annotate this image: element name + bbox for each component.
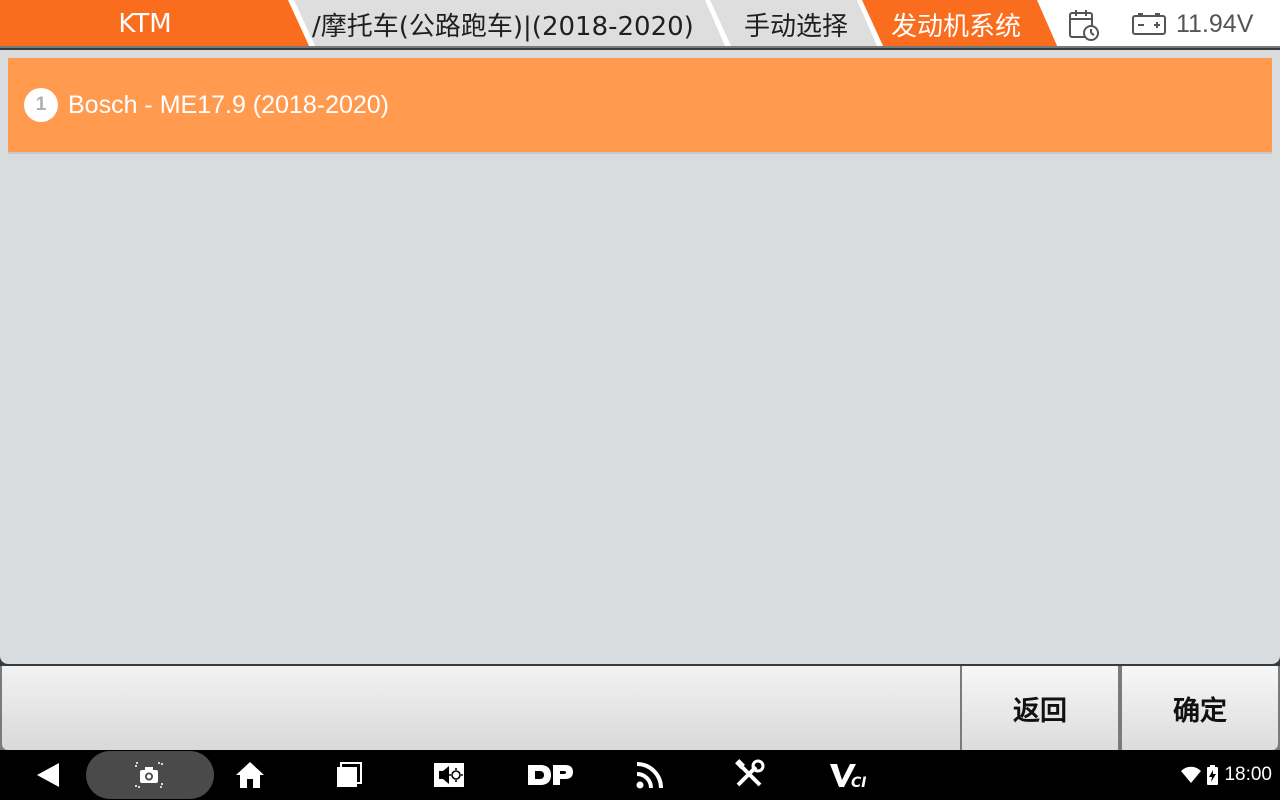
item-number-badge: 1 — [24, 88, 58, 122]
battery-charging-icon — [1207, 765, 1219, 785]
wifi-icon — [1181, 766, 1202, 783]
recent-apps-icon[interactable] — [333, 759, 365, 791]
dp-icon[interactable] — [526, 759, 574, 791]
vci-icon[interactable]: CI — [828, 759, 872, 791]
breadcrumb-item-model[interactable]: /摩托车(公路跑车)|(2018-2020) — [294, 0, 726, 46]
breadcrumb: KTM /摩托车(公路跑车)|(2018-2020) 手动选择 发动机系统 11… — [0, 0, 1280, 48]
battery-voltage: 11.94V — [1176, 10, 1254, 38]
action-bar: 返回 确定 — [0, 666, 1280, 750]
home-icon[interactable] — [234, 759, 266, 791]
back-button[interactable]: 返回 — [962, 666, 1118, 750]
wireless-icon[interactable] — [634, 759, 666, 791]
status-indicators: 18:00 — [1181, 762, 1272, 788]
confirm-button[interactable]: 确定 — [1122, 666, 1278, 750]
breadcrumb-item-label: 发动机系统 — [890, 11, 1021, 42]
breadcrumb-item-brand[interactable]: KTM — [0, 0, 310, 46]
svg-text:CI: CI — [851, 775, 866, 791]
calendar-clock-icon[interactable] — [1066, 7, 1102, 43]
back-icon[interactable] — [33, 759, 65, 791]
system-list-panel: 1 Bosch - ME17.9 (2018-2020) — [0, 50, 1280, 664]
breadcrumb-item-manual-select[interactable]: 手动选择 — [710, 0, 878, 46]
list-item[interactable]: 1 Bosch - ME17.9 (2018-2020) — [8, 58, 1272, 154]
screenshot-icon — [135, 762, 163, 788]
action-bar-spacer — [2, 666, 960, 750]
tools-icon[interactable] — [734, 759, 766, 791]
car-battery-icon — [1132, 13, 1166, 35]
breadcrumb-item-system[interactable]: 发动机系统 — [862, 0, 1058, 46]
breadcrumb-item-label: KTM — [118, 9, 172, 39]
breadcrumb-item-label: 手动选择 — [743, 11, 848, 42]
item-label: Bosch - ME17.9 (2018-2020) — [68, 90, 390, 119]
system-navigation-bar: CI 18:00 — [0, 750, 1280, 800]
clock: 18:00 — [1224, 764, 1272, 785]
display-settings-icon[interactable] — [433, 759, 465, 791]
breadcrumb-item-label: /摩托车(公路跑车)|(2018-2020) — [312, 11, 694, 42]
